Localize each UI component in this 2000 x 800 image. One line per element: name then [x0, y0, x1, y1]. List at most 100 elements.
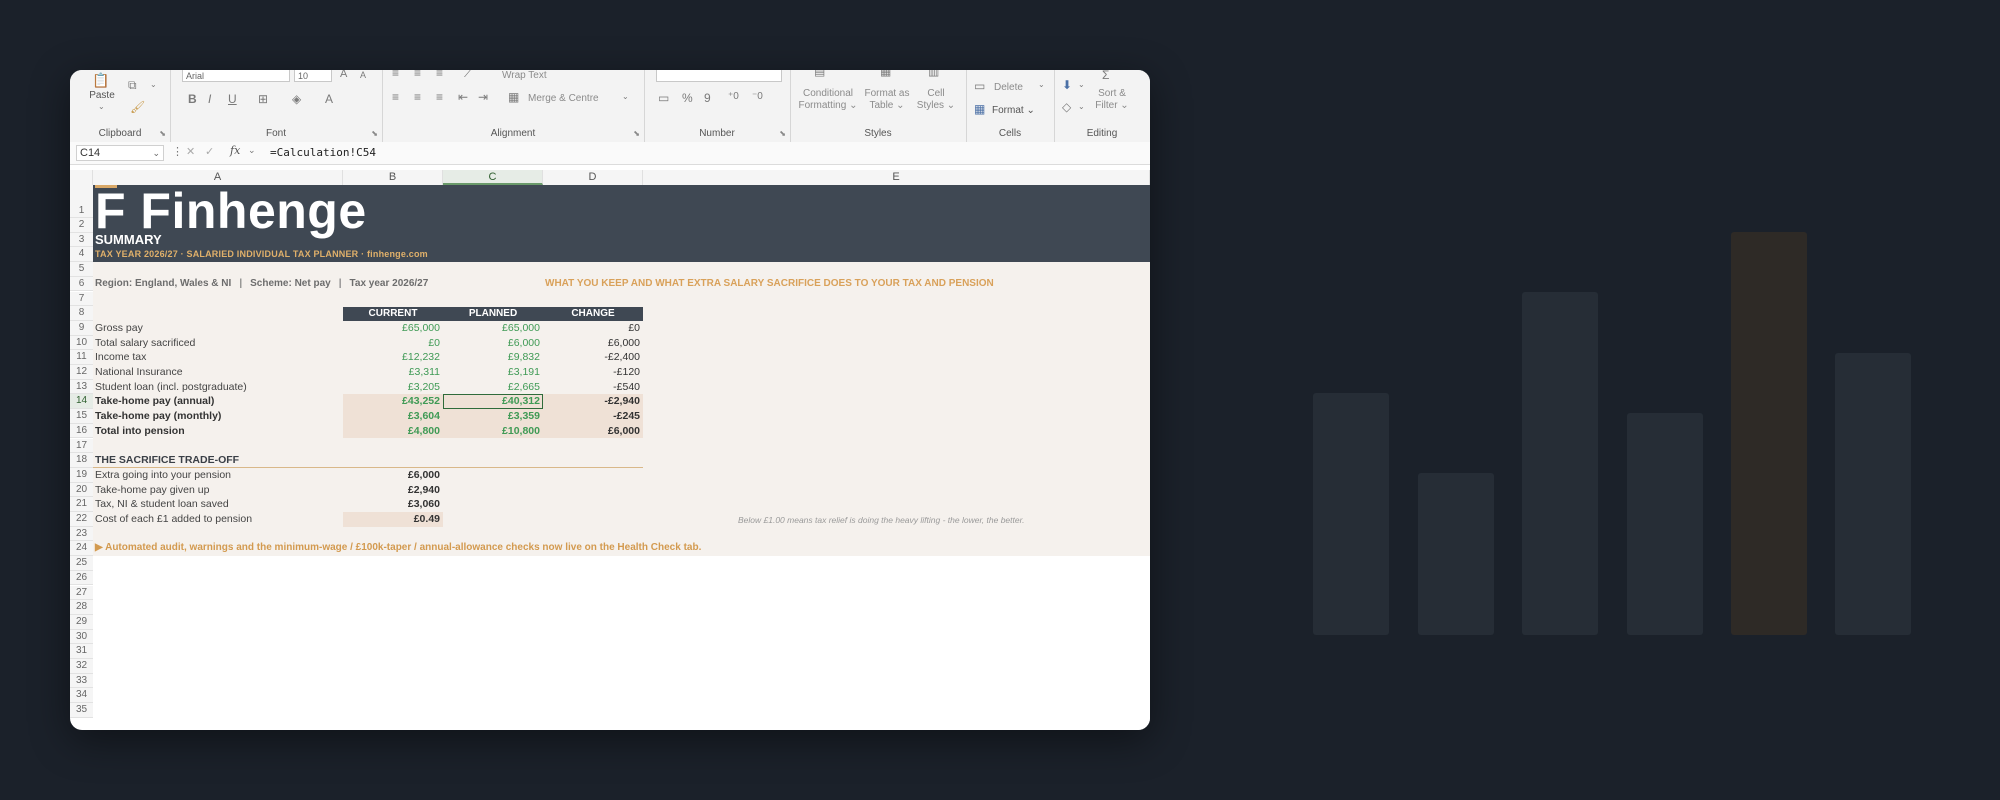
- copy-icon[interactable]: ⧉: [128, 78, 137, 93]
- row-header[interactable]: 1: [70, 185, 93, 218]
- sort-filter-button[interactable]: Sort & Filter ⌄: [1090, 88, 1134, 112]
- bold-button[interactable]: B: [188, 92, 197, 106]
- dialog-launcher-icon[interactable]: ⬊: [371, 129, 378, 138]
- row-label[interactable]: Cost of each £1 added to pension: [95, 512, 252, 527]
- cell-current[interactable]: £65,000: [343, 321, 443, 336]
- cell-current[interactable]: £3,604: [343, 409, 443, 424]
- row-header[interactable]: 9: [70, 320, 93, 336]
- cell-planned[interactable]: £10,800: [443, 423, 543, 439]
- wrap-text-button[interactable]: Wrap Text: [502, 70, 547, 82]
- row-header[interactable]: 25: [70, 556, 93, 571]
- number-format-select[interactable]: [656, 70, 782, 82]
- decrease-font-icon[interactable]: A: [360, 70, 366, 80]
- paste-button[interactable]: Paste: [82, 90, 122, 102]
- fill-color-icon[interactable]: ◈: [292, 92, 301, 106]
- row-header[interactable]: 20: [70, 482, 93, 498]
- health-check-banner[interactable]: ▶ Automated audit, warnings and the mini…: [95, 542, 701, 553]
- row-label[interactable]: Total salary sacrificed: [95, 336, 195, 351]
- row-label[interactable]: Income tax: [95, 350, 146, 365]
- row-header[interactable]: 24: [70, 541, 93, 557]
- row-header[interactable]: 15: [70, 409, 93, 424]
- delete-icon[interactable]: ▭: [974, 79, 985, 93]
- name-box[interactable]: C14 ⌄: [76, 145, 164, 161]
- column-header-c[interactable]: C: [443, 170, 543, 185]
- cell-planned[interactable]: £3,359: [443, 409, 543, 424]
- cell-change[interactable]: -£2,400: [543, 350, 643, 365]
- orientation-icon[interactable]: ⟋: [464, 70, 472, 81]
- chevron-down-icon[interactable]: ⌄: [1078, 102, 1085, 111]
- row-label[interactable]: Tax, NI & student loan saved: [95, 497, 229, 512]
- cell-planned[interactable]: £65,000: [443, 321, 543, 336]
- cell-change[interactable]: £6,000: [543, 336, 643, 351]
- increase-font-icon[interactable]: A: [340, 70, 347, 80]
- cell-styles-icon[interactable]: ▥: [928, 70, 939, 78]
- row-label[interactable]: Extra going into your pension: [95, 468, 231, 483]
- row-header[interactable]: 32: [70, 659, 93, 674]
- cell-change[interactable]: £0: [543, 321, 643, 336]
- cell-value[interactable]: £2,940: [343, 483, 443, 498]
- borders-icon[interactable]: ⊞: [258, 92, 268, 106]
- dialog-launcher-icon[interactable]: ⬊: [633, 129, 640, 138]
- cell-current[interactable]: £0: [343, 336, 443, 351]
- row-header[interactable]: 30: [70, 629, 93, 645]
- increase-indent-icon[interactable]: ⇥: [478, 90, 488, 104]
- cancel-icon[interactable]: ✕: [186, 145, 195, 158]
- row-label[interactable]: National Insurance: [95, 365, 183, 380]
- sum-icon[interactable]: Σ: [1102, 70, 1109, 82]
- align-center-icon[interactable]: ≡: [414, 90, 421, 104]
- row-header[interactable]: 6: [70, 276, 93, 292]
- merge-centre-button[interactable]: Merge & Centre: [528, 93, 599, 105]
- formula-input[interactable]: =Calculation!C54: [270, 146, 376, 159]
- chevron-down-icon[interactable]: ⌄: [98, 102, 105, 111]
- format-painter-icon[interactable]: 🖌: [130, 100, 145, 114]
- column-header-d[interactable]: D: [543, 170, 643, 185]
- align-bottom-icon[interactable]: ≡: [436, 70, 443, 80]
- font-size-select[interactable]: 10: [294, 70, 332, 82]
- chevron-down-icon[interactable]: ⌄: [1038, 80, 1045, 89]
- cell-planned[interactable]: £6,000: [443, 336, 543, 351]
- row-header[interactable]: 13: [70, 379, 93, 395]
- cell-current[interactable]: £4,800: [343, 423, 443, 439]
- italic-button[interactable]: I: [208, 92, 211, 106]
- cell-current[interactable]: £3,205: [343, 380, 443, 395]
- row-header[interactable]: 35: [70, 703, 93, 718]
- clear-icon[interactable]: ◇: [1062, 100, 1071, 114]
- selected-cell[interactable]: £40,312: [443, 394, 543, 410]
- align-right-icon[interactable]: ≡: [436, 90, 443, 104]
- row-header[interactable]: 10: [70, 335, 93, 351]
- more-icon[interactable]: ⋮: [172, 145, 183, 158]
- insert-function-button[interactable]: fx: [230, 144, 240, 157]
- cell-change[interactable]: £6,000: [543, 423, 643, 439]
- row-header[interactable]: 8: [70, 306, 93, 321]
- comma-style-button[interactable]: 9: [704, 91, 711, 105]
- column-header-e[interactable]: E: [643, 170, 1150, 185]
- format-button[interactable]: Format ⌄: [992, 105, 1035, 117]
- row-header[interactable]: 21: [70, 497, 93, 512]
- cell-value[interactable]: £6,000: [343, 468, 443, 483]
- format-as-table-button[interactable]: Format as Table ⌄: [860, 88, 914, 112]
- chevron-down-icon[interactable]: ⌄: [622, 92, 629, 101]
- chevron-down-icon[interactable]: ⌄: [1078, 80, 1085, 89]
- merge-icon[interactable]: ▦: [508, 90, 519, 104]
- chevron-down-icon[interactable]: ⌄: [152, 146, 160, 160]
- align-middle-icon[interactable]: ≡: [414, 70, 421, 80]
- cell-change[interactable]: -£245: [543, 409, 643, 424]
- format-as-table-icon[interactable]: ▦: [880, 70, 891, 78]
- enter-icon[interactable]: ✓: [205, 145, 214, 158]
- row-header[interactable]: 19: [70, 467, 93, 483]
- cell-change[interactable]: -£540: [543, 380, 643, 395]
- cell-planned[interactable]: £9,832: [443, 350, 543, 365]
- row-header[interactable]: 2: [70, 218, 93, 233]
- cell-current[interactable]: £12,232: [343, 350, 443, 365]
- row-label[interactable]: Gross pay: [95, 321, 143, 336]
- row-header[interactable]: 16: [70, 423, 93, 439]
- underline-button[interactable]: U: [228, 92, 237, 106]
- decrease-indent-icon[interactable]: ⇤: [458, 90, 468, 104]
- cell-styles-button[interactable]: Cell Styles ⌄: [914, 88, 958, 112]
- chevron-down-icon[interactable]: ⌄: [150, 80, 157, 89]
- row-header[interactable]: 26: [70, 570, 93, 586]
- increase-decimal-icon[interactable]: ⁺0: [728, 91, 739, 102]
- font-name-select[interactable]: Arial: [182, 70, 290, 82]
- percent-button[interactable]: %: [682, 91, 693, 105]
- cell-current[interactable]: £43,252: [343, 394, 443, 410]
